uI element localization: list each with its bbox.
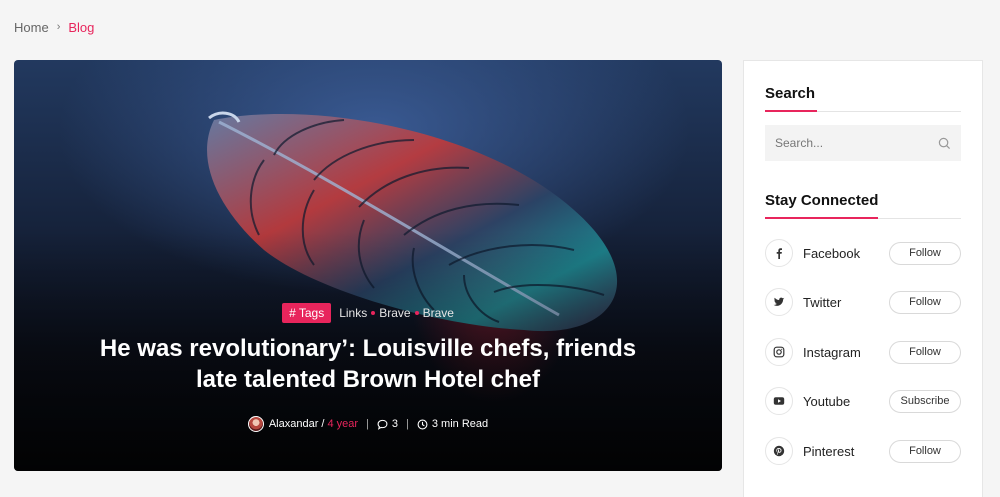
social-row-twitter: Twitter Follow [765, 287, 961, 317]
tag-link[interactable]: Brave [423, 306, 454, 320]
tag-separator-dot [371, 311, 376, 315]
search-icon[interactable] [938, 137, 951, 150]
social-row-instagram: Instagram Follow [765, 337, 961, 367]
author-separator: / [321, 418, 325, 430]
tag-separator-dot [414, 311, 419, 315]
comment-icon [377, 419, 388, 430]
comments-count[interactable]: 3 [377, 418, 398, 430]
facebook-icon[interactable] [765, 239, 793, 267]
youtube-icon[interactable] [765, 387, 793, 415]
meta-divider: | [406, 418, 409, 430]
author-name[interactable]: Alaxandar [269, 418, 319, 430]
post-title[interactable]: He was revolutionary’: Louisville chefs,… [74, 333, 662, 395]
search-box [765, 125, 961, 161]
social-name: Pinterest [803, 443, 855, 459]
pinterest-follow-button[interactable]: Follow [889, 439, 961, 463]
post-age: 4 year [327, 418, 359, 430]
search-title-divider [765, 110, 961, 112]
social-row-pinterest: Pinterest Follow [765, 436, 961, 466]
post-title-line-2: late talented Brown Hotel chef [195, 366, 541, 393]
social-name: Twitter [803, 294, 842, 310]
search-widget-title: Search [765, 85, 816, 102]
facebook-follow-button[interactable]: Follow [889, 241, 961, 265]
title-accent [765, 110, 817, 112]
comments-count-value: 3 [391, 418, 399, 430]
social-row-facebook: Facebook Follow [765, 238, 961, 268]
pinterest-icon[interactable] [765, 437, 793, 465]
instagram-follow-button[interactable]: Follow [889, 340, 961, 364]
post-meta: Alaxandar / 4 year | 3 | 3 min Read [14, 416, 722, 432]
sidebar: Search Stay Connected Facebook Follow Tw… [743, 60, 983, 497]
author-avatar[interactable] [247, 416, 264, 432]
breadcrumb-home-link[interactable]: Home [14, 20, 49, 35]
youtube-subscribe-button[interactable]: Subscribe [889, 389, 961, 413]
post-tags: # Tags Links Brave Brave [14, 303, 722, 323]
social-name: Instagram [803, 344, 861, 360]
social-row-youtube: Youtube Subscribe [765, 386, 961, 416]
tag-link[interactable]: Links [339, 306, 367, 320]
featured-post[interactable]: # Tags Links Brave Brave He was revoluti… [14, 60, 722, 471]
social-name: Facebook [803, 245, 861, 261]
search-input[interactable] [775, 136, 938, 150]
stay-connected-title: Stay Connected [765, 192, 879, 209]
breadcrumb-current: Blog [68, 19, 95, 35]
read-time-value: 3 min Read [431, 418, 489, 430]
tag-link[interactable]: Brave [379, 306, 410, 320]
instagram-icon[interactable] [765, 338, 793, 366]
breadcrumb: Home › Blog [14, 19, 94, 35]
twitter-follow-button[interactable]: Follow [889, 290, 961, 314]
social-name: Youtube [803, 393, 851, 409]
twitter-icon[interactable] [765, 288, 793, 316]
stay-connected-divider [765, 217, 961, 219]
chevron-right-icon: › [56, 21, 61, 33]
meta-divider: | [366, 418, 369, 430]
title-accent [765, 217, 878, 219]
read-time: 3 min Read [417, 418, 488, 430]
post-title-line-1: He was revolutionary’: Louisville chefs,… [99, 335, 637, 362]
clock-icon [417, 419, 428, 429]
tags-badge[interactable]: # Tags [282, 303, 332, 323]
